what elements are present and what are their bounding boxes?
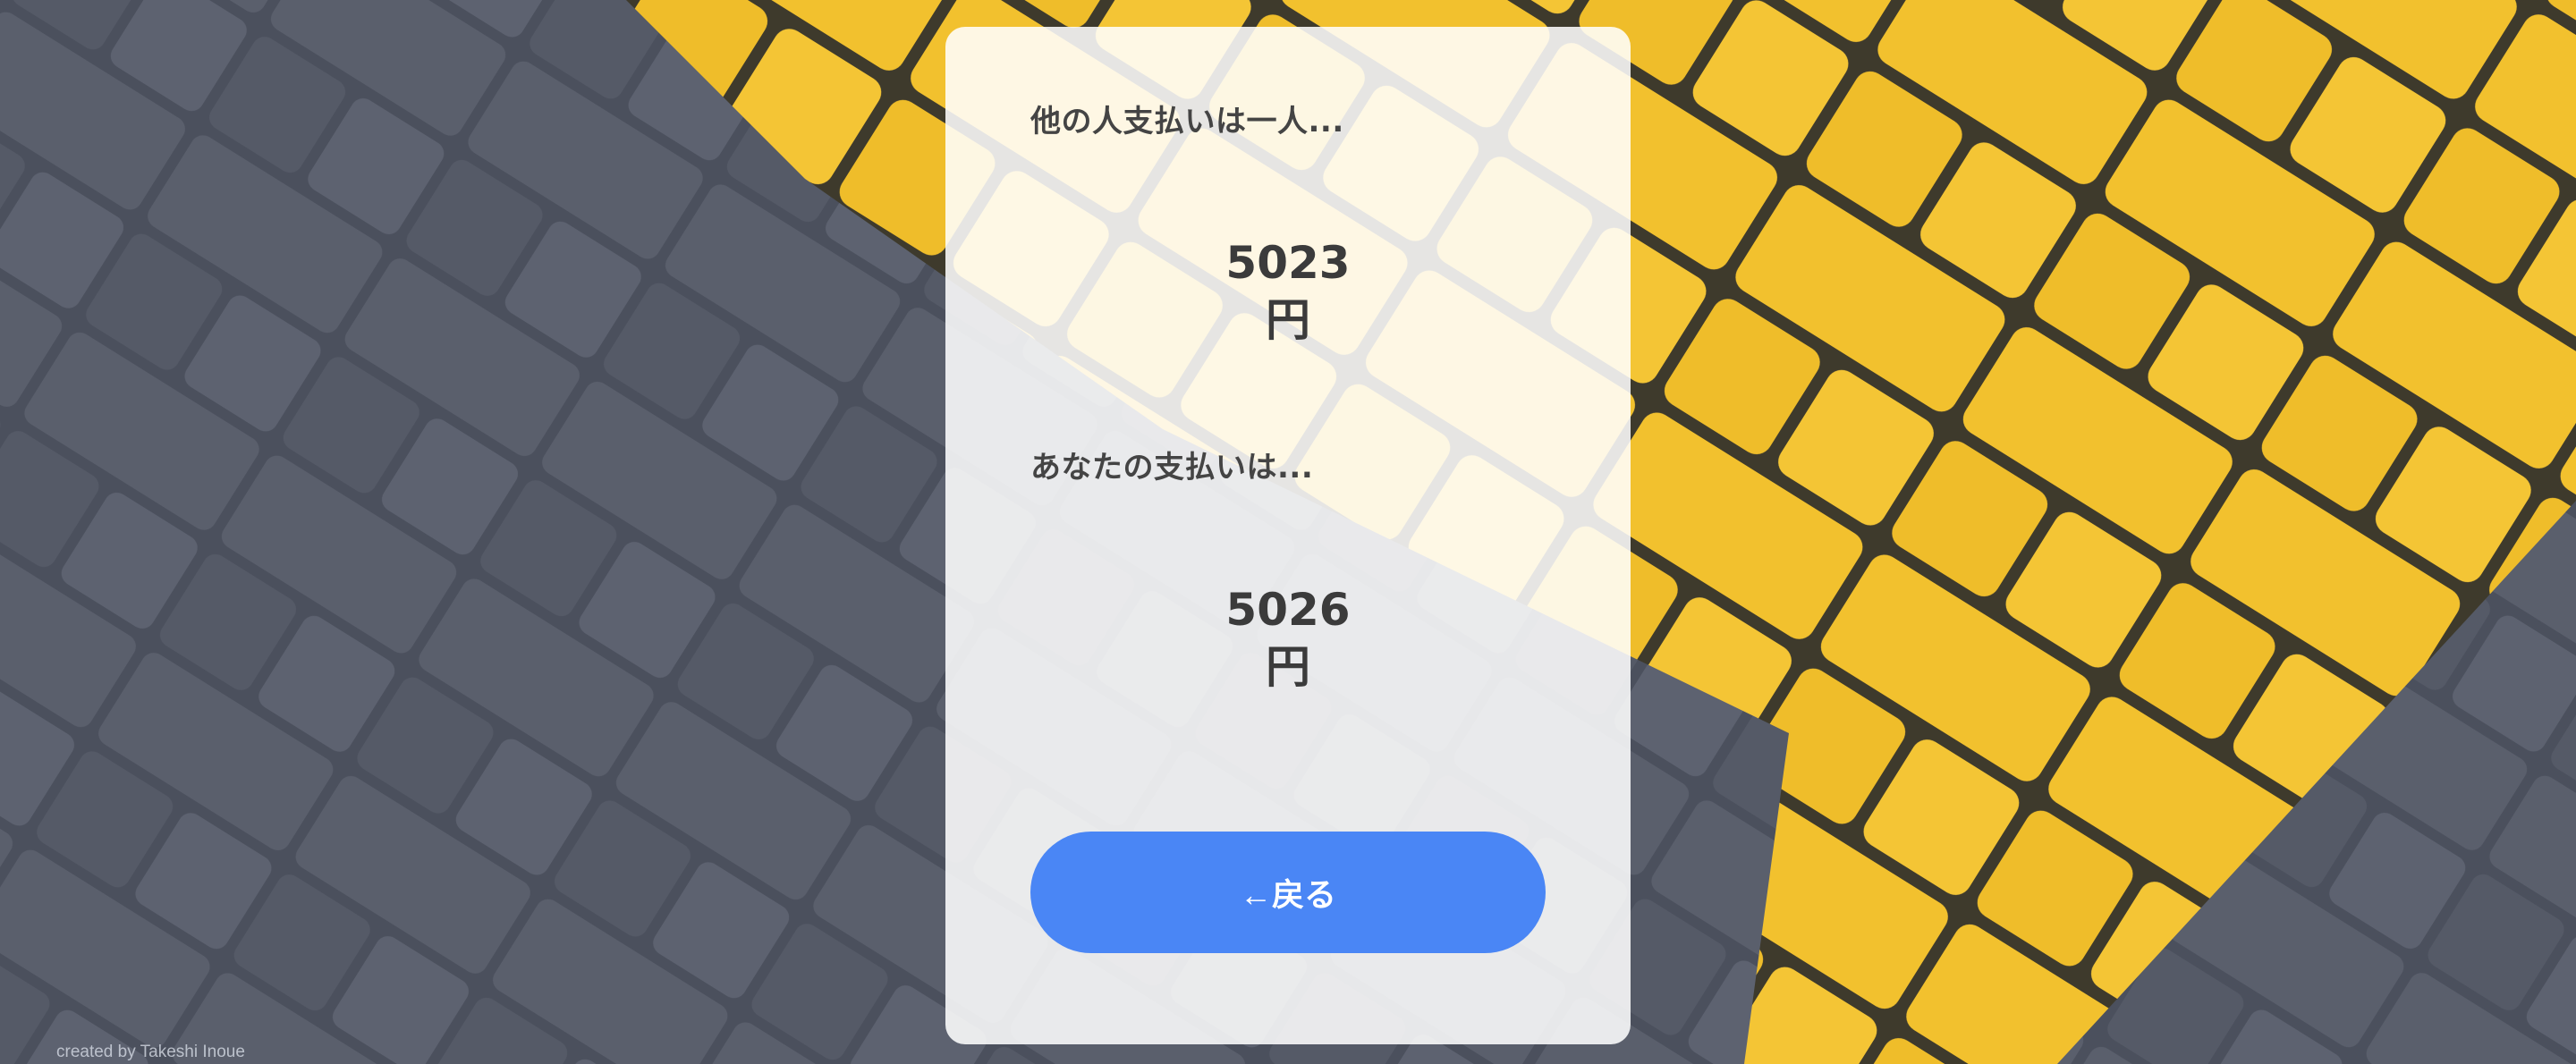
other-amount-unit: 円 bbox=[1266, 294, 1310, 346]
credit-text: created by Takeshi Inoue bbox=[56, 1043, 245, 1061]
your-payment-label: あなたの支払いは... bbox=[1030, 450, 1314, 486]
other-payment-label: 他の人支払いは一人... bbox=[1030, 104, 1344, 139]
your-payment-amount: 5026 円 bbox=[945, 581, 1631, 696]
result-card: 他の人支払いは一人... 5023 円 あなたの支払いは... 5026 円 ←… bbox=[945, 27, 1631, 1044]
your-amount-unit: 円 bbox=[1266, 641, 1310, 693]
other-payment-amount: 5023 円 bbox=[945, 234, 1631, 349]
your-amount-value: 5026 bbox=[1225, 584, 1351, 636]
other-amount-value: 5023 bbox=[1225, 237, 1351, 289]
back-button[interactable]: ←戻る bbox=[1030, 832, 1546, 953]
